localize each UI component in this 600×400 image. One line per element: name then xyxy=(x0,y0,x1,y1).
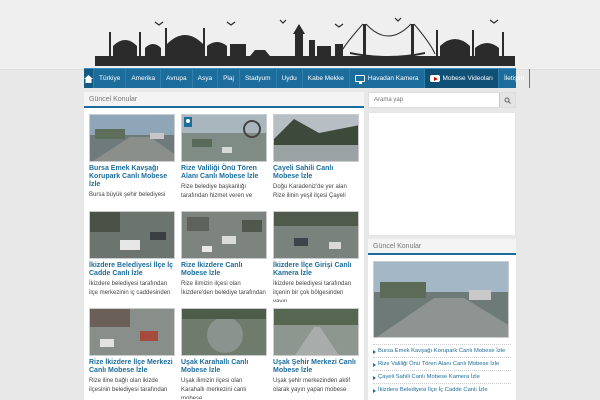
sidebar-link[interactable]: İkizdere Belediyesi İlçe İç Cadde Canlı … xyxy=(373,383,511,396)
nav-item-asya[interactable]: Asya xyxy=(193,69,219,88)
sidebar-link-list: Bursa Emek Kavşağı Korupark Canlı Mobese… xyxy=(368,344,516,396)
post-card: Bursa Emek Kavşağı Korupark Canlı Mobese… xyxy=(89,114,175,205)
sidebar: Güncel Konular Bursa Emek Kavşağı Korupa… xyxy=(368,92,516,400)
nav-item-havadan-kamera[interactable]: Havadan Kamera xyxy=(350,69,425,88)
sidebar-recent-posts: Güncel Konular Bursa Emek Kavşağı Korupa… xyxy=(368,239,516,400)
post-excerpt: Bursa büyük şehir belediyesi xyxy=(89,192,166,198)
post-card: İkizdere İlçe Girişi Canlı Kamera İzle İ… xyxy=(273,211,359,302)
post-card: İkizdere Belediyesi İlçe İç Cadde Canlı … xyxy=(89,211,175,302)
nav-item-turkiye[interactable]: Türkiye xyxy=(94,69,127,88)
nav-item-stadyum[interactable]: Stadyum xyxy=(240,69,277,88)
post-card: Çayeli Sahili Canlı Mobese İzle Doğu Kar… xyxy=(273,114,359,205)
post-title[interactable]: Çayeli Sahili Canlı Mobese İzle xyxy=(273,165,359,181)
post-excerpt: Uşak ilimizin ilçesi olan Karahallı merk… xyxy=(181,378,247,399)
nav-item-kabe-mekke[interactable]: Kabe Mekke xyxy=(303,69,350,88)
location-pin-icon xyxy=(184,117,192,127)
post-excerpt: Rize ilimizin ilçesi olan İkizdere'den b… xyxy=(181,281,266,296)
post-thumbnail[interactable] xyxy=(181,211,267,259)
ad-placeholder xyxy=(368,112,516,236)
post-card: Rize İkizdere İlçe Merkezi Canlı Mobese … xyxy=(89,308,175,399)
search-input[interactable] xyxy=(369,93,499,107)
post-excerpt: Rize iline bağlı olan ikizde ilçesinin b… xyxy=(89,378,168,393)
nav-item-plaj[interactable]: Plaj xyxy=(218,69,240,88)
sidebar-heading: Güncel Konular xyxy=(368,239,516,255)
post-title[interactable]: Rize Valiliği Önü Tören Alanı Canlı Mobe… xyxy=(181,165,267,181)
post-thumbnail[interactable] xyxy=(89,308,175,356)
nav-item-avrupa[interactable]: Avrupa xyxy=(161,69,193,88)
nav-item-label: Asya xyxy=(197,75,213,82)
post-title[interactable]: Uşak Şehir Merkezi Canlı Mobese İzle xyxy=(273,359,359,375)
section-heading: Güncel Konular xyxy=(84,92,364,108)
post-excerpt: İkizdere belediyesi tarafından ilçe merk… xyxy=(89,281,171,296)
nav-item-uydu[interactable]: Uydu xyxy=(277,69,303,88)
post-thumbnail[interactable] xyxy=(181,308,267,356)
post-thumbnail[interactable] xyxy=(273,308,359,356)
nav-item-iletisim[interactable]: İletişim xyxy=(499,69,531,88)
post-card: Rize İkizdere Canlı Mobese İzle Rize ili… xyxy=(181,211,267,302)
post-thumbnail[interactable] xyxy=(273,114,359,162)
post-excerpt: Rize belediye başkanlığı tarafından hizm… xyxy=(181,184,253,199)
nav-item-label: Havadan Kamera xyxy=(367,75,419,82)
nav-item-label: Türkiye xyxy=(99,75,121,82)
sidebar-link[interactable]: Çayeli Sahili Canlı Mobese Kamera İzle xyxy=(373,370,511,383)
sidebar-link[interactable]: Bursa Emek Kavşağı Korupark Canlı Mobese… xyxy=(373,344,511,357)
tv-icon xyxy=(354,75,365,84)
main-navigation: Türkiye Amerika Avrupa Asya Plaj Stadyum… xyxy=(84,68,531,88)
site-header xyxy=(0,0,600,70)
post-thumbnail[interactable] xyxy=(89,211,175,259)
post-title[interactable]: Rize İkizdere Canlı Mobese İzle xyxy=(181,262,267,278)
search-icon xyxy=(504,97,511,104)
post-excerpt: Doğu Karadeniz'de yer alan Rize ilinin y… xyxy=(273,184,347,199)
post-card: Uşak Şehir Merkezi Canlı Mobese İzle Uşa… xyxy=(273,308,359,399)
nav-item-label: Mobese Videoları xyxy=(442,75,493,82)
search-button[interactable] xyxy=(499,93,515,107)
post-title[interactable]: Bursa Emek Kavşağı Korupark Canlı Mobese… xyxy=(89,165,175,189)
nav-item-mobese-videolari[interactable]: Mobese Videoları xyxy=(424,69,499,88)
post-title[interactable]: İkizdere Belediyesi İlçe İç Cadde Canlı … xyxy=(89,262,175,278)
post-thumbnail[interactable] xyxy=(89,114,175,162)
post-card: Rize Valiliği Önü Tören Alanı Canlı Mobe… xyxy=(181,114,267,205)
featured-thumbnail[interactable] xyxy=(373,261,509,338)
post-thumbnail[interactable] xyxy=(273,211,359,259)
nav-item-label: Kabe Mekke xyxy=(307,75,344,82)
post-card: Uşak Karahallı Canlı Mobese İzle Uşak il… xyxy=(181,308,267,399)
post-excerpt: Uşak şehir merkezinden aktif olarak yayı… xyxy=(273,378,351,393)
search-box xyxy=(368,92,516,108)
post-title[interactable]: Rize İkizdere İlçe Merkezi Canlı Mobese … xyxy=(89,359,175,375)
nav-item-label: Amerika xyxy=(131,75,156,82)
home-button[interactable] xyxy=(84,69,94,88)
istanbul-skyline-logo[interactable] xyxy=(95,14,515,66)
nav-item-label: Avrupa xyxy=(166,75,187,82)
nav-item-label: Plaj xyxy=(223,75,234,82)
post-thumbnail[interactable] xyxy=(181,114,267,162)
youtube-icon xyxy=(429,75,440,82)
main-content: Güncel Konular Bursa Emek Kavşağı Korupa… xyxy=(84,92,364,400)
nav-item-label: Uydu xyxy=(281,75,297,82)
post-title[interactable]: Uşak Karahallı Canlı Mobese İzle xyxy=(181,359,267,375)
nav-item-amerika[interactable]: Amerika xyxy=(126,69,162,88)
post-excerpt: İkizdere belediyesi tarafından ilçenin b… xyxy=(273,281,352,302)
sidebar-link[interactable]: Rize Valiliği Önü Tören Alanı Canlı Mobe… xyxy=(373,357,511,370)
nav-item-label: Stadyum xyxy=(244,75,271,82)
nav-item-label: İletişim xyxy=(503,75,525,82)
home-icon xyxy=(84,74,93,83)
post-title[interactable]: İkizdere İlçe Girişi Canlı Kamera İzle xyxy=(273,262,359,278)
post-grid: Bursa Emek Kavşağı Korupark Canlı Mobese… xyxy=(84,108,364,399)
